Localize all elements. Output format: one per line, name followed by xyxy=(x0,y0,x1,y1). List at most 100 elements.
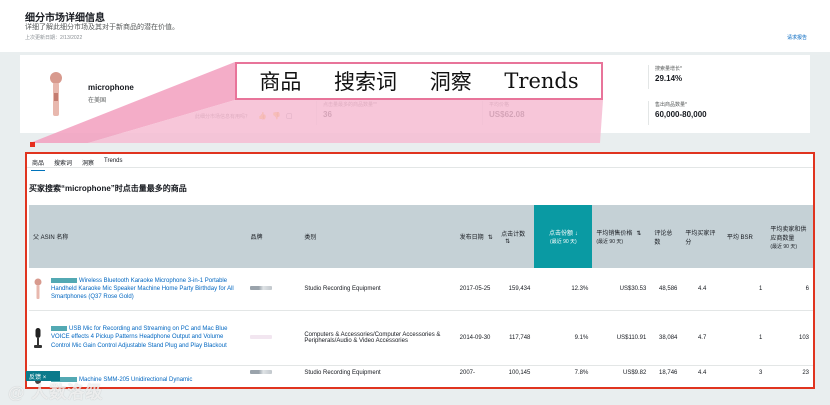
product-title-link[interactable]: USB Mic for Recording and Streaming on P… xyxy=(51,325,242,349)
helpful-question: 此细分市场信息有用吗？ xyxy=(195,114,251,120)
col-label: 点击计数 xyxy=(501,231,526,238)
products-panel: 商品 搜索词 洞察 Trends 买家搜索“microphone”时点击量最多的… xyxy=(25,152,815,389)
table-row: Machine SMM-205 Unidirectional Dynamic S… xyxy=(29,365,813,387)
col-label: 点击份额 xyxy=(549,231,574,237)
sort-icon[interactable]: ⇅ xyxy=(505,239,510,245)
cell-avg-sellers: 103 xyxy=(766,310,813,366)
products-table: 父 ASIN 名称 品牌 类别 发布日期 ⇅ 点击计数⇅ 点击份额 ↓ (最近 90… xyxy=(29,205,813,387)
col-avg-sellers[interactable]: 平均卖家和供应商数量 (最近 90 天) xyxy=(766,205,813,268)
cell-avg-price: US$30.53 xyxy=(592,268,651,311)
sort-icon[interactable]: ⇅ xyxy=(488,235,493,241)
metric-label: 搜索量增长* xyxy=(655,66,682,72)
col-click-share[interactable]: 点击份额 ↓ (最近 90 天) xyxy=(534,205,593,268)
col-label: 平均买家评分 xyxy=(685,230,716,246)
metric-top-clicked-count: 点击量最多的商品数量** 36 xyxy=(316,101,466,125)
tab-bar: 商品 搜索词 洞察 Trends xyxy=(31,157,124,171)
cell-review-count: 18,746 xyxy=(650,365,682,387)
cell-brand xyxy=(246,310,301,366)
cell-avg-rating: 4.7 xyxy=(681,310,723,366)
product-title: USB Mic for Recording and Streaming on P… xyxy=(51,326,228,349)
thumbs-up-icon[interactable]: 👍 xyxy=(258,112,267,120)
cell-release-date: 2014-09-30 xyxy=(455,310,498,366)
cell-review-count: 38,084 xyxy=(650,310,682,366)
section-title: 买家搜索“microphone”时点击量最多的商品 xyxy=(29,184,187,193)
col-label: 评论总数 xyxy=(654,230,673,246)
request-report-link[interactable]: 请求报告 xyxy=(787,34,807,41)
cell-category: Studio Recording Equipment xyxy=(300,365,456,387)
tab-insights[interactable]: 洞察 xyxy=(81,157,95,171)
cell-avg-sellers: 6 xyxy=(766,268,813,311)
col-release-date[interactable]: 发布日期 ⇅ xyxy=(455,205,498,268)
sort-icon[interactable]: ⇅ xyxy=(636,231,641,237)
cell-category: Studio Recording Equipment xyxy=(300,268,456,311)
col-label: 发布日期 xyxy=(459,235,484,241)
cell-asin-name: USB Mic for Recording and Streaming on P… xyxy=(29,310,247,366)
col-asin-name[interactable]: 父 ASIN 名称 xyxy=(29,205,247,268)
sort-desc-icon[interactable]: ↓ xyxy=(575,231,578,237)
col-click-count[interactable]: 点击计数⇅ xyxy=(497,205,535,268)
tab-search-terms[interactable]: 搜索词 xyxy=(53,157,73,171)
watermark: @ 人数洛级 xyxy=(8,383,104,402)
redacted-brand xyxy=(250,334,273,339)
cell-avg-price: US$9.82 xyxy=(592,365,651,387)
product-thumbnail xyxy=(34,278,42,299)
redacted-brand xyxy=(51,277,77,283)
metric-label: 售出商品数量* xyxy=(655,102,687,108)
last-updated-date: 上次更新日期：2/13/2022 xyxy=(25,35,83,41)
product-market: 在美国 xyxy=(88,98,107,104)
metric-value: 60,000-80,000 xyxy=(655,110,707,119)
annotation-marker xyxy=(30,142,35,147)
col-avg-price[interactable]: 平均销售价格 ⇅ (最近 90 天) xyxy=(592,205,651,268)
cell-brand xyxy=(246,365,301,387)
callout-tab-trends: Trends xyxy=(504,69,579,93)
col-avg-rating[interactable]: 平均买家评分 xyxy=(681,205,723,268)
table-header-row: 父 ASIN 名称 品牌 类别 发布日期 ⇅ 点击计数⇅ 点击份额 ↓ (最近 90… xyxy=(29,205,813,268)
cell-avg-rating: 4.4 xyxy=(681,365,723,387)
metric-value: 36 xyxy=(323,110,332,119)
cell-brand xyxy=(246,268,301,311)
comment-icon[interactable]: ▢ xyxy=(286,112,293,120)
col-sublabel: (最近 90 天) xyxy=(770,243,797,250)
cell-review-count: 48,586 xyxy=(650,268,682,311)
cell-avg-bsr: 3 xyxy=(722,365,767,387)
cell-click-count: 159,434 xyxy=(497,268,535,311)
cell-click-share: 12.3% xyxy=(534,268,593,311)
product-name: microphone xyxy=(88,83,134,92)
col-brand[interactable]: 品牌 xyxy=(246,205,301,268)
table-row: Wireless Bluetooth Karaoke Microphone 3-… xyxy=(29,268,813,311)
col-label: 平均卖家和供应商数量 xyxy=(770,226,807,242)
cell-avg-bsr: 1 xyxy=(722,310,767,366)
col-review-count[interactable]: 评论总数 xyxy=(650,205,682,268)
col-avg-bsr[interactable]: 平均 BSR xyxy=(722,205,767,268)
metric-label: 点击量最多的商品数量** xyxy=(323,102,377,108)
tab-trends[interactable]: Trends xyxy=(103,157,123,171)
col-label: 类别 xyxy=(304,235,317,241)
cell-avg-bsr: 1 xyxy=(722,268,767,311)
tabs-zoom-callout: 商品 搜索词 洞察 Trends xyxy=(235,62,603,100)
cell-category: Computers & Accessories/Computer Accesso… xyxy=(300,310,456,366)
col-label: 平均 BSR xyxy=(726,235,753,241)
metric-label: 平均价格 xyxy=(489,102,510,108)
thumbs-down-icon[interactable]: 👎 xyxy=(272,112,281,120)
metric-average-price: 平均价格 US$62.08 xyxy=(482,101,632,125)
metric-value: US$62.08 xyxy=(489,110,525,119)
product-title-link[interactable]: Wireless Bluetooth Karaoke Microphone 3-… xyxy=(51,277,242,301)
col-category[interactable]: 类别 xyxy=(300,205,456,268)
col-label: 父 ASIN 名称 xyxy=(33,235,69,241)
cell-avg-price: US$110.91 xyxy=(592,310,651,366)
col-label: 平均销售价格 xyxy=(596,231,633,237)
cell-click-share: 9.1% xyxy=(534,310,593,366)
cell-asin-name: Wireless Bluetooth Karaoke Microphone 3-… xyxy=(29,268,247,311)
table-row: USB Mic for Recording and Streaming on P… xyxy=(29,310,813,366)
callout-tab-search-terms: 搜索词 xyxy=(334,70,398,94)
tab-products[interactable]: 商品 xyxy=(31,157,46,171)
redacted-brand xyxy=(250,285,273,290)
metric-value: 29.14% xyxy=(655,74,683,83)
tab-divider xyxy=(27,167,813,168)
product-title: Wireless Bluetooth Karaoke Microphone 3-… xyxy=(51,277,234,300)
col-label: 品牌 xyxy=(250,235,263,241)
redacted-brand xyxy=(51,326,67,332)
page-subtitle: 详细了解此细分市场及其对于新商品的潜在价值。 xyxy=(25,24,179,31)
cell-click-count: 117,748 xyxy=(497,310,535,366)
cell-avg-rating: 4.4 xyxy=(681,268,723,311)
